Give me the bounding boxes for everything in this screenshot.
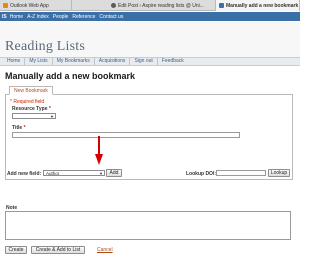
title-label-text: Title — [12, 125, 23, 131]
unibar-link-contact[interactable]: Contact us — [99, 14, 123, 20]
page-icon — [219, 3, 224, 8]
add-new-field-select[interactable]: Author ▼ — [43, 170, 105, 176]
nav-item-home[interactable]: Home — [3, 58, 26, 65]
browser-tab-label: Manually add a new bookmark — [226, 2, 299, 9]
main-nav: Home My Lists My Bookmarks Acquisitions … — [0, 57, 300, 66]
resource-type-label-text: Resource Type — [12, 106, 48, 112]
add-field-button[interactable]: Add — [106, 169, 122, 177]
lookup-doi-input[interactable] — [216, 170, 266, 176]
outlook-icon — [3, 3, 8, 8]
unibar-link-az-index[interactable]: A-Z Index — [27, 14, 49, 20]
unibar-link-people[interactable]: People — [53, 14, 69, 20]
unibar-link-home[interactable]: Home — [10, 14, 23, 20]
nav-item-sign-out[interactable]: Sign out — [130, 58, 158, 65]
add-new-field-value: Author — [46, 170, 60, 176]
resource-type-select[interactable]: ▼ — [12, 113, 56, 119]
site-title[interactable]: Reading Lists — [5, 39, 85, 55]
page-title: Manually add a new bookmark — [5, 71, 136, 81]
cancel-link[interactable]: Cancel — [97, 247, 113, 253]
browser-tab-edit-post[interactable]: Edit Post ‹ Aspire reading lists @ Uni..… — [108, 0, 216, 11]
wordpress-icon — [111, 3, 116, 8]
required-field-note: * Required field — [10, 99, 45, 105]
chevron-down-icon: ▼ — [50, 114, 54, 119]
tab-new-bookmark[interactable]: New Bookmark — [9, 86, 53, 95]
add-new-field-label: Add new field: — [7, 171, 42, 177]
create-button[interactable]: Create — [5, 246, 27, 254]
lookup-doi-label: Lookup DOI: — [186, 171, 216, 177]
create-add-to-list-button[interactable]: Create & Add to List — [31, 246, 85, 254]
browser-tab-label: Edit Post ‹ Aspire reading lists @ Uni..… — [118, 2, 204, 9]
university-logo-icon: IS — [2, 13, 7, 20]
red-arrow-icon — [95, 136, 103, 165]
browser-tab-strip: Outlook Web App Edit Post ‹ Aspire readi… — [0, 0, 300, 11]
title-label: Title * — [12, 125, 26, 131]
required-star: * — [48, 106, 51, 112]
unibar-link-reference[interactable]: Reference — [72, 14, 95, 20]
nav-item-acquisitions[interactable]: Acquisitions — [95, 58, 131, 65]
browser-tab-active[interactable]: Manually add a new bookmark — [216, 0, 300, 11]
browser-tab-outlook[interactable]: Outlook Web App — [0, 0, 72, 11]
resource-type-label: Resource Type * — [12, 106, 51, 112]
nav-item-feedback[interactable]: Feedback — [158, 58, 188, 65]
bookmark-form-panel: * Required field Resource Type * ▼ Title… — [5, 94, 293, 180]
site-header: Reading Lists — [0, 22, 300, 57]
required-star: * — [23, 125, 26, 131]
title-input[interactable] — [12, 132, 240, 138]
nav-item-my-lists[interactable]: My Lists — [25, 58, 53, 65]
nav-item-my-bookmarks[interactable]: My Bookmarks — [53, 58, 95, 65]
university-bar: IS Home A-Z Index People Reference Conta… — [0, 12, 300, 21]
note-textarea[interactable] — [5, 211, 291, 240]
chevron-down-icon: ▼ — [99, 171, 103, 176]
browser-tab-label: Outlook Web App — [10, 2, 49, 9]
lookup-button[interactable]: Lookup — [268, 169, 290, 177]
